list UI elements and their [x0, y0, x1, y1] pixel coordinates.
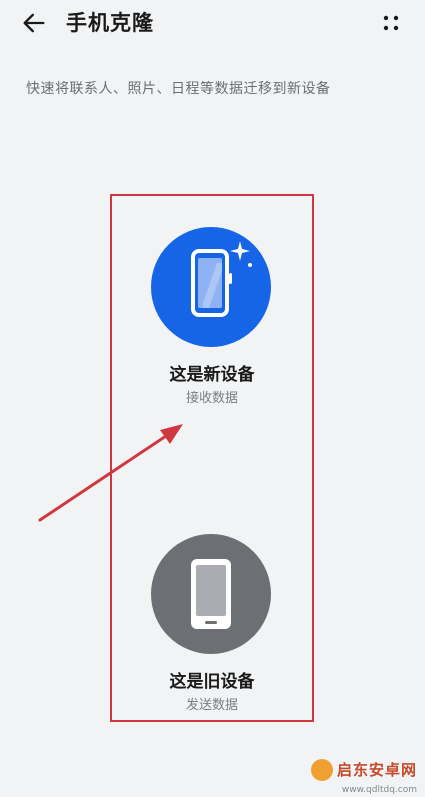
- old-device-title: 这是旧设备: [169, 672, 255, 692]
- new-device-option[interactable]: 这是新设备 接收数据: [110, 227, 314, 417]
- more-button[interactable]: [377, 9, 405, 37]
- old-device-subtitle: 发送数据: [185, 698, 238, 713]
- watermark-text: 启东安卓网: [336, 761, 417, 779]
- old-device-circle: [151, 534, 271, 654]
- watermark-logo-icon: [310, 758, 333, 781]
- page-description: 快速将联系人、照片、日程等数据迁移到新设备: [26, 81, 331, 97]
- top-app-bar: 手机克隆: [0, 0, 425, 46]
- watermark: 启东安卓网 www.qdltdq.com: [310, 755, 417, 795]
- new-device-subtitle: 接收数据: [185, 391, 238, 406]
- back-button[interactable]: [20, 8, 56, 38]
- page-title: 手机克隆: [66, 11, 154, 35]
- new-phone-sparkle-icon: [191, 241, 252, 317]
- old-phone-icon: [191, 559, 231, 629]
- four-dots-icon: [383, 15, 399, 31]
- arrow-left-icon: [23, 13, 45, 33]
- new-device-circle: [151, 227, 271, 347]
- new-device-title: 这是新设备: [169, 365, 255, 385]
- old-device-option[interactable]: 这是旧设备 发送数据: [110, 534, 314, 724]
- watermark-url: www.qdltdq.com: [341, 785, 417, 795]
